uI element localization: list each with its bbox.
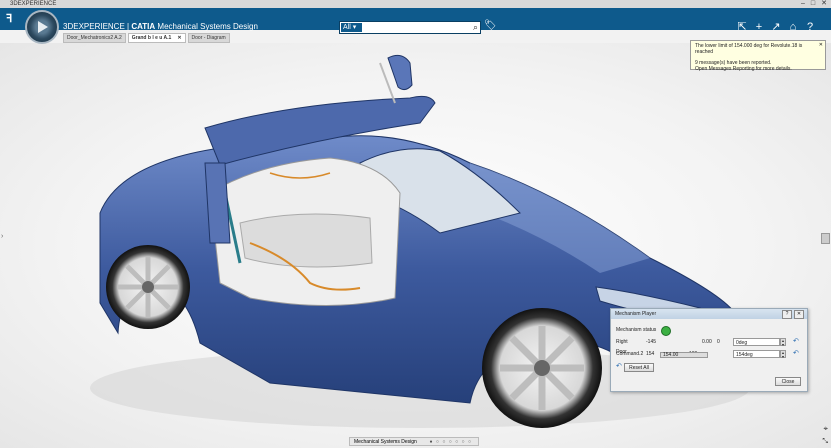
dialog-close-icon[interactable]: ✕ [794,310,804,319]
tab-door-mechatronics[interactable]: Door_Mechatronics2 A.2 [63,33,126,43]
expand-icon[interactable]: ⤡ [822,438,828,446]
reset-all-button[interactable]: Reset All [624,363,654,372]
bookmark-icon[interactable]: ⇱ [735,20,749,34]
right-door-spinner[interactable]: ▴ ▾ [780,338,786,347]
product-label: CATIA [131,22,156,31]
search-box[interactable]: All ▾ ⌕ [339,21,481,34]
status-bar: Mechanical Systems Design ● ○ ○ ○ ○ ○ ○ [349,437,479,446]
tag-icon[interactable]: 🏷 [484,20,497,31]
notification-line-1: The lower limit of 154.000 deg for Revol… [695,43,803,55]
tab-label: Grand b l e u A.1 [131,35,172,41]
command-min: -145 [646,339,657,345]
ds-logo-icon: ꟻ [6,13,13,25]
dialog-titlebar: Mechanism Player ? ✕ [611,309,807,319]
right-door-value-field[interactable]: 0deg [733,338,780,346]
tab-label: Door - Diagram [191,35,226,41]
command-min: 154 [646,351,655,357]
search-scope-dropdown[interactable]: All ▾ [341,23,362,32]
dialog-help-button[interactable]: ? [782,310,792,319]
add-icon[interactable]: + [752,20,766,34]
close-tab-icon[interactable]: ✕ [177,35,181,41]
reset-icon: ↶ [616,363,622,370]
tab-grand-bleu[interactable]: Grand b l e u A.1 ✕ [127,33,186,43]
share-icon[interactable]: ↗ [769,20,783,34]
dialog-title: Mechanism Player [615,311,657,317]
home-icon[interactable]: ⌂ [786,20,800,34]
window-controls: – □ ✕ [801,0,827,8]
right-door-undo-icon[interactable]: ↶ [793,338,801,346]
dialog-controls: ? ✕ [782,310,804,319]
minimize-button[interactable]: – [801,0,805,8]
mechanism-status-label: Mechanism status [616,327,657,333]
document-tabs: Door_Mechatronics2 A.2 Grand b l e u A.1… [63,33,230,43]
search-icon[interactable]: ⌕ [473,22,478,33]
window-title: 3DEXPERIENCE [10,1,57,7]
top-bar: ꟻ 3DEXPERIENCE | CATIA Mechanical System… [0,8,831,34]
top-toolbar: ⇱ + ↗ ⌂ ? [735,20,817,34]
page-dots[interactable]: ● ○ ○ ○ ○ ○ ○ [430,438,472,447]
play-icon [38,21,48,33]
mechanism-player-dialog: Mechanism Player ? ✕ Mechanism status Ri… [610,308,808,392]
command-2-value-field[interactable]: 154deg [733,350,780,358]
close-button[interactable]: Close [775,377,801,386]
tab-door-diagram[interactable]: Door - Diagram [187,33,230,43]
command-2-spinner[interactable]: ▴ ▾ [780,350,786,359]
brand-label: 3DEXPERIENCE [63,22,125,31]
status-ok-icon [661,326,671,336]
status-bar-label: Mechanical Systems Design [354,439,417,445]
compass-play-icon[interactable] [25,10,59,44]
right-panel-toggle-icon[interactable] [821,233,830,244]
command-2-undo-icon[interactable]: ↶ [793,350,801,358]
tab-label: Door_Mechatronics2 A.2 [67,35,122,41]
window-titlebar: 3DEXPERIENCE – □ ✕ [0,0,831,8]
close-notification-icon[interactable]: ✕ [819,42,823,48]
command-2-slider[interactable]: 154.00 [660,352,708,358]
command-current: 0.00 [702,339,712,345]
command-name: Command.2 [616,351,644,357]
close-window-button[interactable]: ✕ [821,0,827,8]
command-current: 154.00 [663,352,679,358]
left-panel-toggle-icon[interactable]: › [1,233,3,240]
help-icon[interactable]: ? [803,20,817,34]
app-name-label: Mechanical Systems Design [157,22,258,31]
app-title: 3DEXPERIENCE | CATIA Mechanical Systems … [63,22,258,31]
notification-tooltip: ✕ The lower limit of 154.000 deg for Rev… [690,40,826,72]
pin-icon[interactable]: ⌖ [823,424,828,434]
command-max: 0 [717,339,720,345]
notification-line-3: Open Messages Reporting for more details… [695,66,792,72]
maximize-button[interactable]: □ [811,0,815,8]
